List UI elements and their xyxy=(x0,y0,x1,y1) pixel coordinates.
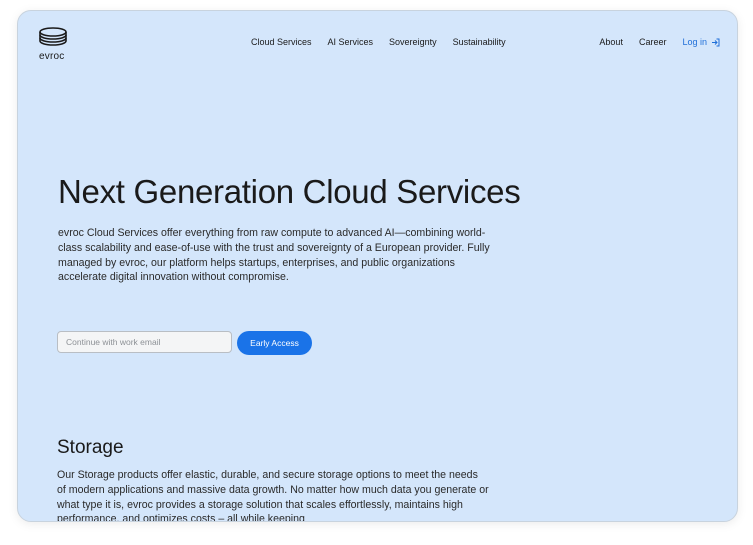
nav-career[interactable]: Career xyxy=(639,37,667,47)
login-arrow-icon xyxy=(711,38,720,47)
main-nav: Cloud Services AI Services Sovereignty S… xyxy=(251,37,506,47)
storage-section-description: Our Storage products offer elastic, dura… xyxy=(57,469,489,522)
hero-description: evroc Cloud Services offer everything fr… xyxy=(58,227,490,284)
nav-sovereignty[interactable]: Sovereignty xyxy=(389,37,437,47)
nav-cloud-services[interactable]: Cloud Services xyxy=(251,37,312,47)
browser-viewport: evroc Cloud Services AI Services Soverei… xyxy=(17,10,738,522)
secondary-nav: About Career Log in xyxy=(599,37,720,47)
login-link[interactable]: Log in xyxy=(682,37,720,47)
work-email-input[interactable] xyxy=(57,331,232,353)
storage-section-title: Storage xyxy=(57,437,124,458)
early-access-button[interactable]: Early Access xyxy=(237,331,312,355)
hero-title: Next Generation Cloud Services xyxy=(58,173,521,210)
nav-sustainability[interactable]: Sustainability xyxy=(453,37,506,47)
logo-wordmark[interactable]: evroc xyxy=(39,51,64,62)
nav-ai-services[interactable]: AI Services xyxy=(328,37,374,47)
nav-about[interactable]: About xyxy=(599,37,623,47)
login-label: Log in xyxy=(682,37,707,47)
